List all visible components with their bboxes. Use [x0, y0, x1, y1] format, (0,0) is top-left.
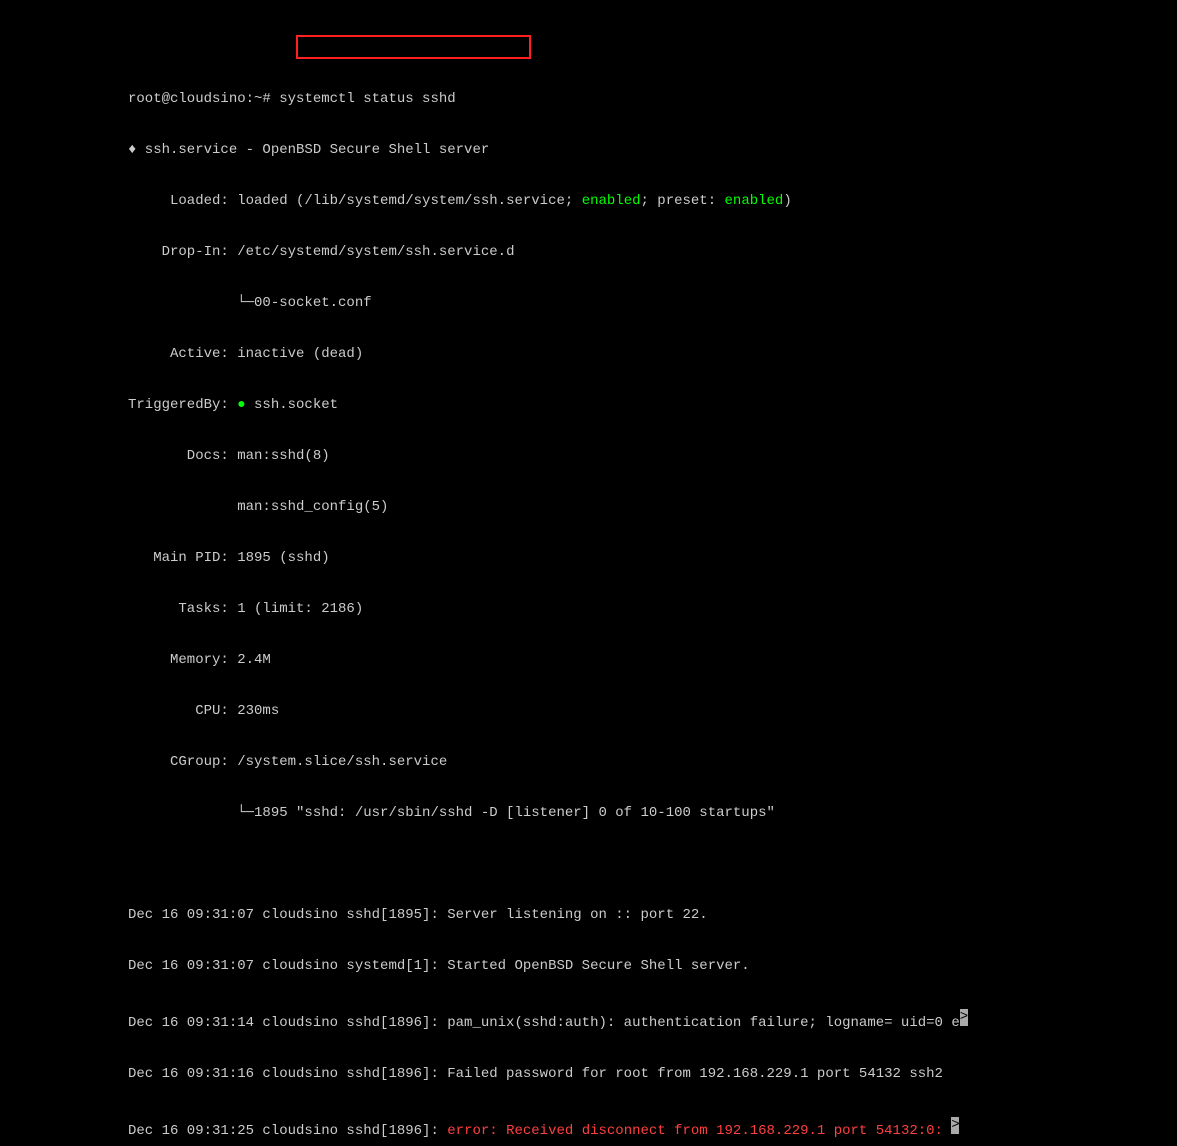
shell-prompt: root@cloudsino:~#	[128, 91, 279, 107]
dropin-conf-line: └─00-socket.conf	[128, 295, 1157, 312]
docs-line-1: Docs: man:sshd(8)	[128, 448, 1157, 465]
triggered-line: TriggeredBy: ● ssh.socket	[128, 397, 1157, 414]
log-line: Dec 16 09:31:25 cloudsino sshd[1896]: er…	[128, 1117, 1157, 1140]
cpu-line: CPU: 230ms	[128, 703, 1157, 720]
log-line: Dec 16 09:31:16 cloudsino sshd[1896]: Fa…	[128, 1066, 1157, 1083]
cgroup-process-line: └─1895 "sshd: /usr/sbin/sshd -D [listene…	[128, 805, 1157, 822]
command-highlight-box	[296, 35, 531, 59]
enabled-status: enabled	[582, 193, 641, 209]
truncation-icon: >	[951, 1117, 959, 1134]
command-text[interactable]: systemctl status sshd	[279, 91, 455, 107]
truncation-icon: >	[960, 1009, 968, 1026]
active-line: Active: inactive (dead)	[128, 346, 1157, 363]
service-header: ♦ ssh.service - OpenBSD Secure Shell ser…	[128, 142, 1157, 159]
dropin-line: Drop-In: /etc/systemd/system/ssh.service…	[128, 244, 1157, 261]
error-text: error: Received disconnect from 192.168.…	[447, 1123, 951, 1139]
loaded-line: Loaded: loaded (/lib/systemd/system/ssh.…	[128, 193, 1157, 210]
log-line: Dec 16 09:31:07 cloudsino systemd[1]: St…	[128, 958, 1157, 975]
mainpid-line: Main PID: 1895 (sshd)	[128, 550, 1157, 567]
log-line: Dec 16 09:31:14 cloudsino sshd[1896]: pa…	[128, 1009, 1157, 1032]
blank-line	[128, 856, 1157, 873]
terminal-output[interactable]: root@cloudsino:~# systemctl status sshd …	[128, 40, 1157, 1146]
status-dot-icon: ●	[237, 397, 245, 413]
tasks-line: Tasks: 1 (limit: 2186)	[128, 601, 1157, 618]
log-line: Dec 16 09:31:07 cloudsino sshd[1895]: Se…	[128, 907, 1157, 924]
cgroup-line: CGroup: /system.slice/ssh.service	[128, 754, 1157, 771]
prompt-line-1: root@cloudsino:~# systemctl status sshd	[128, 91, 1157, 108]
preset-status: enabled	[725, 193, 784, 209]
memory-line: Memory: 2.4M	[128, 652, 1157, 669]
docs-line-2: man:sshd_config(5)	[128, 499, 1157, 516]
